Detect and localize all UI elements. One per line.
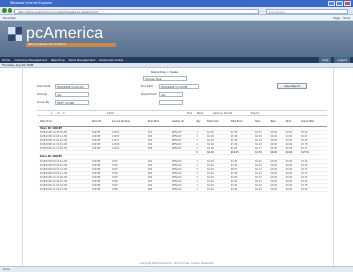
end-date-input[interactable]: 8/28/2008 11:59 PM: [159, 84, 199, 89]
next-link[interactable]: Next: [197, 111, 203, 117]
report-type-field: Choose Type: [143, 76, 203, 81]
start-date-label: Start Date: [37, 85, 51, 88]
export-format-select[interactable]: Select a format: [213, 111, 232, 117]
nav-buttons: [2, 8, 12, 14]
table-cell: $0.25: [254, 187, 270, 192]
table-cell: 8/28/2008 11:26:47 AM: [39, 187, 91, 192]
window-title: Windows Internet Explorer: [10, 1, 53, 5]
table-cell: $0.00: [206, 187, 230, 192]
store-label: Store(s): [37, 93, 48, 96]
zoom-select[interactable]: 100%: [107, 111, 114, 117]
export-link[interactable]: Export: [251, 111, 259, 117]
back-icon[interactable]: [2, 8, 7, 13]
dept-select[interactable]: ALL: [159, 92, 183, 97]
report-panel: Reporting > Sales Choose Type Start Date…: [22, 68, 334, 270]
table-cell: 1: [195, 187, 207, 192]
view-report-button[interactable]: View Report: [277, 83, 307, 89]
group-select[interactable]: DEPT, STORE: [55, 100, 89, 105]
logo-icon: [8, 27, 22, 41]
url-input[interactable]: http://demo.pcamerica.com/reports/sales-…: [14, 8, 259, 14]
browser-status-bar: Done: [0, 266, 353, 272]
start-date-input[interactable]: 8/28/2008 12:00 AM: [55, 84, 89, 89]
table-cell: $0.00: [284, 187, 300, 192]
table-row: 8/28/2008 11:26:47 AM 1002RT 7008 003 DEFAUL…: [39, 187, 327, 192]
close-button[interactable]: [344, 1, 351, 6]
current-date: Thursday, Aug 28, 2008: [2, 64, 34, 67]
status-text: Done: [3, 268, 10, 271]
logo-text: pcAmerica: [26, 25, 104, 42]
cashier-field: Group By DEPT, STORE: [37, 100, 127, 105]
table-cell: 003: [146, 187, 171, 192]
dept-field: Department ALL: [141, 92, 231, 97]
find-link[interactable]: Find: [187, 111, 192, 117]
table-cell: $3.24: [299, 187, 327, 192]
window-controls: [328, 1, 351, 6]
table-body: Store ID: 1001RT 8/28/2008 10:45:05 AM 100…: [39, 126, 327, 192]
logo-tagline: Retail & Restaurant Solutions: [26, 43, 116, 47]
store-select[interactable]: ALL: [55, 92, 89, 97]
store-field: Store(s) ALL: [37, 92, 127, 97]
report-title: Reporting > Sales: [151, 70, 178, 74]
table-cell: $0.00: [269, 187, 285, 192]
report-toolbar: 1 of 2 100% Find Next Select a format Ex…: [37, 110, 327, 116]
end-date-label: End Date: [141, 85, 153, 88]
address-bar: http://demo.pcamerica.com/reports/sales-…: [0, 7, 353, 15]
page-current[interactable]: 1: [51, 111, 53, 117]
forward-icon[interactable]: [7, 8, 12, 13]
browser-search-input[interactable]: Live Search: [266, 8, 348, 14]
table-cell: $2.99: [229, 187, 255, 192]
report-table: Date Time Store ID Invoice Number Item N…: [39, 120, 327, 192]
browser-title-bar: Windows Internet Explorer: [0, 0, 353, 7]
minimize-button[interactable]: [328, 1, 335, 6]
app-header: pcAmerica Retail & Restaurant Solutions: [0, 21, 353, 57]
page-total: 2: [63, 112, 65, 115]
dept-label: Department: [141, 93, 157, 96]
invoice-status-field: [141, 100, 231, 105]
page-of: of: [57, 112, 60, 115]
table-cell: 1002RT: [90, 187, 111, 192]
report-type-select[interactable]: Choose Type: [143, 76, 187, 81]
table-cell: DEFAULT: [170, 187, 196, 192]
start-date-field: Start Date 8/28/2008 12:00 AM: [37, 84, 127, 89]
favorites-link[interactable]: Favorites: [3, 16, 16, 20]
end-date-field: End Date 8/28/2008 11:59 PM: [141, 84, 231, 89]
invoice-status-select[interactable]: [159, 100, 183, 105]
group-label: Group By: [37, 101, 50, 104]
table-cell: 7008: [110, 187, 147, 192]
maximize-button[interactable]: [336, 1, 343, 6]
